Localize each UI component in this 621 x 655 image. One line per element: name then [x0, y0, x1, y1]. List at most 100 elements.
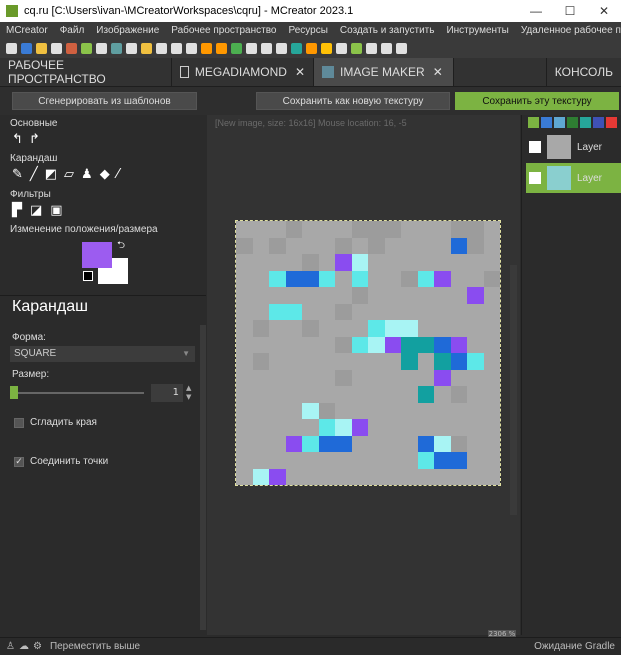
- pixel[interactable]: [368, 402, 385, 419]
- pixel[interactable]: [384, 402, 401, 419]
- toolbar-tool-icon[interactable]: [231, 42, 242, 54]
- pixel[interactable]: [401, 336, 418, 353]
- pixel[interactable]: [417, 468, 434, 485]
- pixel[interactable]: [351, 468, 368, 485]
- pixel[interactable]: [351, 320, 368, 337]
- pixel[interactable]: [401, 452, 418, 469]
- undo-icon[interactable]: ↰: [12, 132, 23, 147]
- pixel[interactable]: [335, 221, 352, 238]
- pixel[interactable]: [269, 237, 286, 254]
- tab-megadiamond[interactable]: MEGADIAMOND ✕: [172, 58, 314, 86]
- pixel[interactable]: [318, 435, 335, 452]
- pixel[interactable]: [236, 452, 253, 469]
- toolbar-tool-icon[interactable]: [66, 42, 77, 54]
- pixel[interactable]: [269, 386, 286, 403]
- pixel[interactable]: [236, 468, 253, 485]
- toolbar-tool-icon[interactable]: [51, 42, 62, 54]
- menu-remote-workspace[interactable]: Удаленное рабочее простран: [515, 25, 621, 36]
- menu-workspace[interactable]: Рабочее пространство: [165, 25, 282, 36]
- pixel[interactable]: [302, 402, 319, 419]
- pixel[interactable]: [483, 270, 500, 287]
- pixel[interactable]: [285, 402, 302, 419]
- cloud-icon[interactable]: ☁: [19, 641, 29, 652]
- pixel[interactable]: [252, 287, 269, 304]
- paint-roller-icon[interactable]: ▛: [12, 203, 22, 218]
- pixel[interactable]: [318, 386, 335, 403]
- pixel[interactable]: [302, 221, 319, 238]
- pixel[interactable]: [384, 221, 401, 238]
- pixel[interactable]: [467, 369, 484, 386]
- pixel[interactable]: [384, 287, 401, 304]
- pixel[interactable]: [285, 452, 302, 469]
- stamp-tool-icon[interactable]: ♟: [81, 167, 93, 182]
- pixel[interactable]: [302, 386, 319, 403]
- pixel[interactable]: [335, 402, 352, 419]
- pixel[interactable]: [401, 237, 418, 254]
- pixel[interactable]: [351, 419, 368, 436]
- pixel[interactable]: [467, 353, 484, 370]
- toolbar-tool-icon[interactable]: [141, 42, 152, 54]
- toolbar-tool-icon[interactable]: [276, 42, 287, 54]
- pixel[interactable]: [335, 353, 352, 370]
- pixel[interactable]: [467, 221, 484, 238]
- toolbar-tool-icon[interactable]: [366, 42, 377, 54]
- pixel[interactable]: [368, 452, 385, 469]
- pixel[interactable]: [368, 419, 385, 436]
- pixel[interactable]: [467, 402, 484, 419]
- pixel[interactable]: [434, 303, 451, 320]
- generate-from-templates-button[interactable]: Сгенерировать из шаблонов: [12, 92, 197, 110]
- toolbar-tool-icon[interactable]: [171, 42, 182, 54]
- pixel[interactable]: [285, 468, 302, 485]
- pixel[interactable]: [401, 402, 418, 419]
- pixel[interactable]: [417, 287, 434, 304]
- toolbar-tool-icon[interactable]: [261, 42, 272, 54]
- pixel[interactable]: [434, 468, 451, 485]
- pixel[interactable]: [401, 435, 418, 452]
- pixel[interactable]: [384, 303, 401, 320]
- pixel[interactable]: [384, 254, 401, 271]
- pixel[interactable]: [368, 386, 385, 403]
- pixel[interactable]: [302, 419, 319, 436]
- pixel[interactable]: [236, 320, 253, 337]
- pixel[interactable]: [483, 353, 500, 370]
- pixel[interactable]: [467, 287, 484, 304]
- pixel[interactable]: [351, 221, 368, 238]
- pixel[interactable]: [285, 435, 302, 452]
- pixel[interactable]: [302, 237, 319, 254]
- pixel[interactable]: [351, 237, 368, 254]
- pixel[interactable]: [434, 336, 451, 353]
- pixel[interactable]: [285, 419, 302, 436]
- close-tab-image-maker-icon[interactable]: ✕: [433, 65, 443, 79]
- pixel[interactable]: [285, 353, 302, 370]
- pixel[interactable]: [236, 303, 253, 320]
- pixel[interactable]: [483, 386, 500, 403]
- pixel[interactable]: [434, 435, 451, 452]
- pixel[interactable]: [302, 303, 319, 320]
- pixel[interactable]: [269, 221, 286, 238]
- pixel[interactable]: [417, 386, 434, 403]
- layer-item[interactable]: Layer: [526, 132, 621, 162]
- pixel[interactable]: [417, 237, 434, 254]
- pixel[interactable]: [252, 468, 269, 485]
- close-tab-megadiamond-icon[interactable]: ✕: [295, 65, 305, 79]
- pixel[interactable]: [467, 320, 484, 337]
- pixel[interactable]: [252, 221, 269, 238]
- toolbar-tool-icon[interactable]: [36, 42, 47, 54]
- shape-tool-icon[interactable]: ◩: [45, 167, 57, 182]
- pixel[interactable]: [318, 320, 335, 337]
- pixel[interactable]: [252, 254, 269, 271]
- pixel[interactable]: [236, 287, 253, 304]
- pixel[interactable]: [285, 386, 302, 403]
- pixel[interactable]: [236, 270, 253, 287]
- pixel[interactable]: [351, 435, 368, 452]
- pixel[interactable]: [302, 468, 319, 485]
- layer-up-icon[interactable]: [567, 117, 578, 128]
- pixel[interactable]: [368, 254, 385, 271]
- pixel[interactable]: [384, 336, 401, 353]
- delete-layer-icon[interactable]: [606, 117, 617, 128]
- pixel[interactable]: [285, 237, 302, 254]
- pixel[interactable]: [351, 287, 368, 304]
- smooth-edges-checkbox[interactable]: [14, 418, 24, 428]
- close-window-button[interactable]: ✕: [587, 4, 621, 18]
- pixel[interactable]: [384, 353, 401, 370]
